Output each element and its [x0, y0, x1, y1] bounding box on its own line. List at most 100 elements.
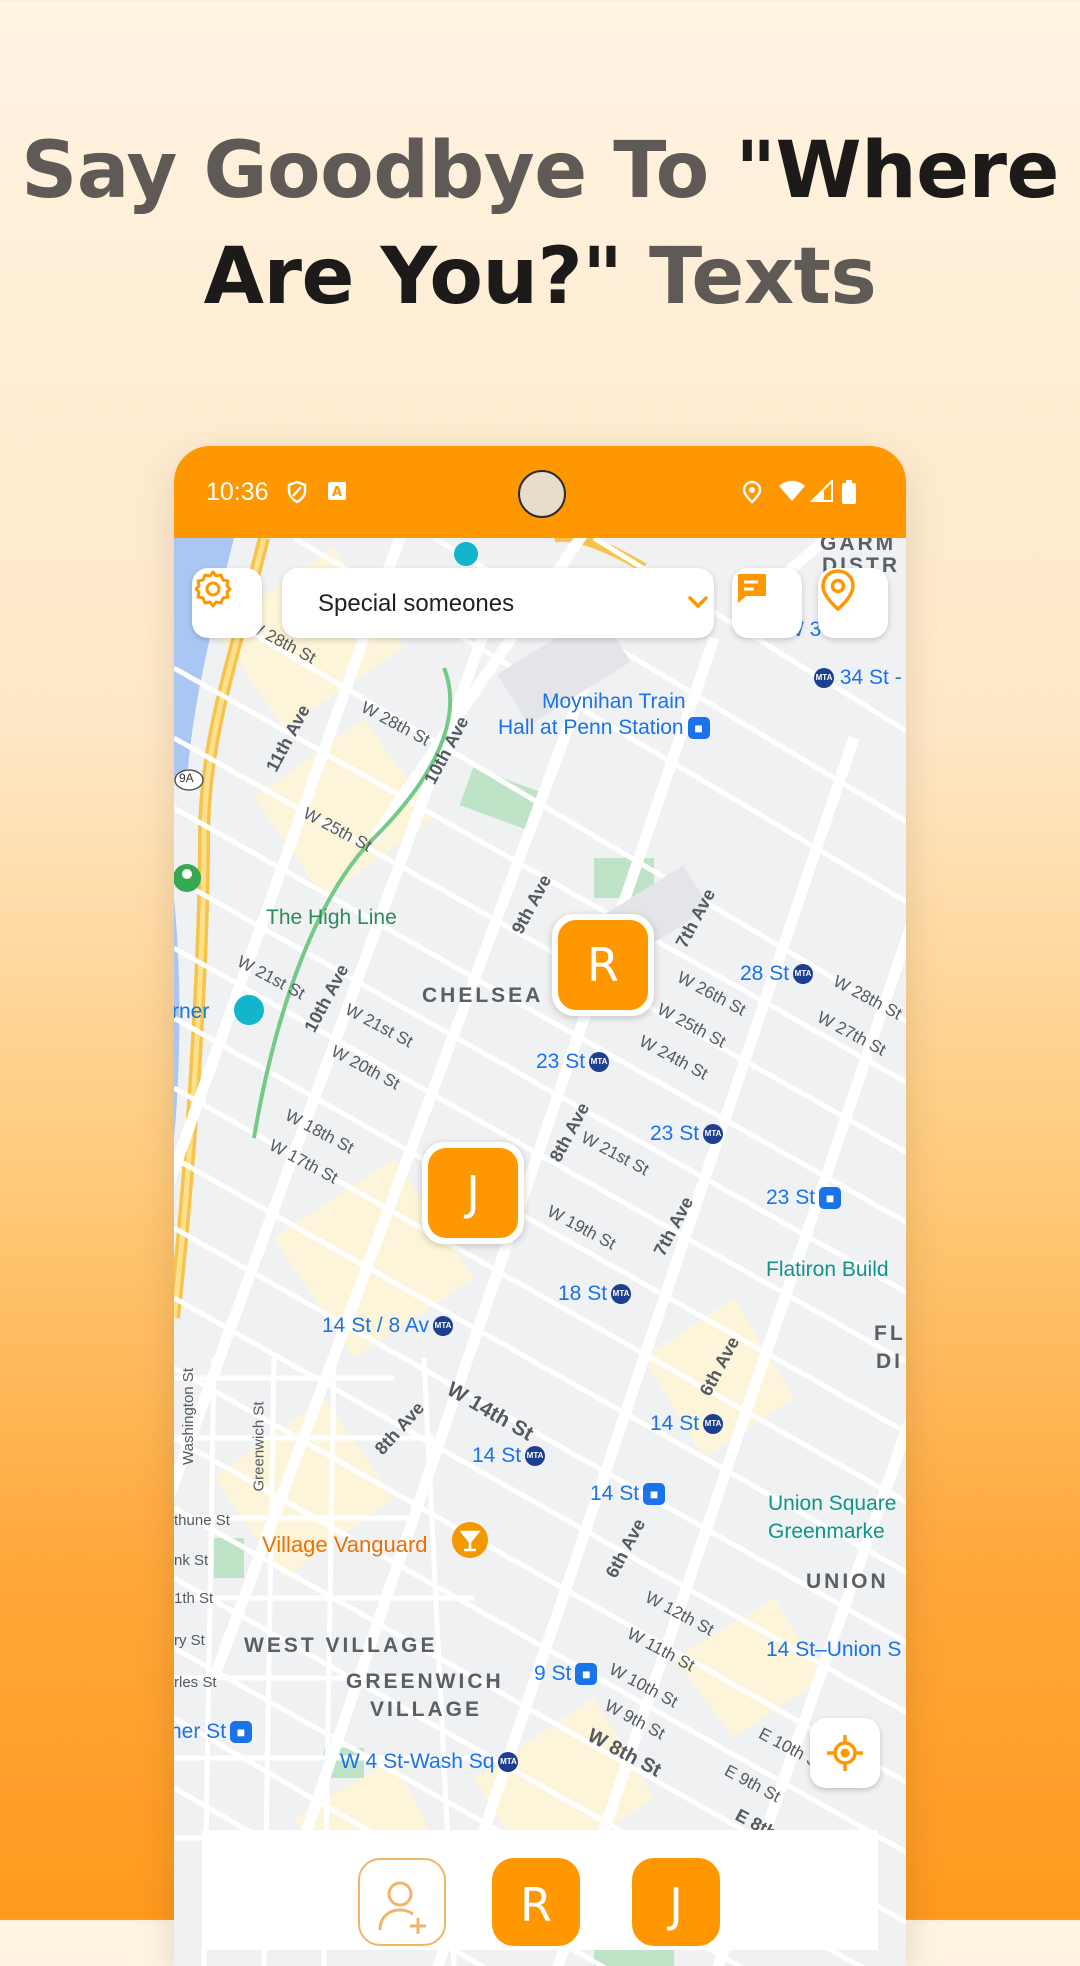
wifi-icon	[778, 480, 806, 507]
station-label-text: 14 St	[590, 1482, 640, 1505]
poi-label: Greenmarke	[768, 1520, 885, 1543]
mta-icon: MTA	[589, 1052, 610, 1073]
rail-station-icon: ■	[643, 1483, 666, 1506]
station-label: 28 St MTA	[740, 962, 814, 986]
station-label: 23 St MTA	[536, 1050, 610, 1074]
svg-text:A: A	[332, 485, 342, 500]
member-avatar-r[interactable]: R	[492, 1858, 580, 1946]
neighborhood-label: FL	[874, 1322, 906, 1345]
places-button[interactable]	[818, 568, 888, 638]
neighborhood-label: UNION	[806, 1570, 889, 1593]
station-label-text: 14 St / 8 Av	[322, 1314, 430, 1337]
neighborhood-label: WEST VILLAGE	[244, 1634, 438, 1657]
member-marker-j[interactable]: J	[422, 1142, 524, 1244]
front-camera	[518, 470, 566, 518]
station-label-text: 34 St - P	[839, 666, 906, 689]
member-marker-initial: J	[428, 1148, 518, 1238]
neighborhood-label: VILLAGE	[370, 1698, 483, 1721]
station-label: 14 St–Union S	[766, 1638, 902, 1661]
station-label-text: 18 St	[558, 1282, 608, 1305]
street-label: rles St	[174, 1674, 217, 1691]
station-label: her St ■	[174, 1720, 253, 1744]
settings-button[interactable]	[192, 568, 262, 638]
street-label: ry St	[174, 1632, 205, 1649]
headline: Say Goodbye To "Where Are You?" Texts	[0, 118, 1080, 330]
member-avatar-j[interactable]: J	[632, 1858, 720, 1946]
headline-part3: Are You?"	[203, 232, 623, 322]
station-label: 14 St MTA	[472, 1444, 546, 1468]
street-label: 1th St	[174, 1590, 214, 1607]
street-label: Greenwich St	[250, 1401, 268, 1492]
poi-label: Union Square	[768, 1492, 897, 1515]
keyboard-a-icon: A	[326, 480, 348, 507]
station-label-text: 28 St	[740, 962, 790, 985]
street-label: nk St	[174, 1552, 209, 1569]
mta-icon: MTA	[498, 1752, 519, 1773]
station-label: W 4 St-Wash Sq MTA	[340, 1750, 519, 1774]
add-person-icon	[378, 1881, 426, 1934]
headline-part2: "Where	[735, 126, 1059, 216]
member-marker-initial: R	[558, 920, 648, 1010]
poi-label: rner	[174, 1000, 210, 1023]
map-view[interactable]: 11th Ave 10th Ave 9th Ave 10th Ave 8th A…	[174, 538, 906, 1966]
location-status-icon	[742, 480, 762, 509]
station-label: 23 St MTA	[650, 1122, 724, 1146]
mta-icon: MTA	[814, 668, 834, 689]
member-bar: R J	[202, 1830, 878, 1950]
status-bar: 10:36 A	[174, 446, 906, 538]
cell-signal-icon	[809, 478, 834, 507]
station-label: Hall at Penn Station ■	[498, 716, 710, 740]
headline-part4: Texts	[622, 232, 877, 322]
headline-part1: Say Goodbye To	[21, 126, 736, 216]
street-label: thune St	[174, 1512, 230, 1529]
group-selector-label: Special someones	[318, 590, 515, 617]
station-label-text: 14 St	[650, 1412, 700, 1435]
street-label: Washington St	[180, 1368, 197, 1465]
mta-icon: MTA	[611, 1284, 632, 1305]
rail-station-icon: ■	[575, 1663, 598, 1686]
station-label-text: Hall at Penn Station	[498, 716, 684, 739]
station-label: 18 St MTA	[558, 1282, 632, 1306]
station-label-text: 23 St	[650, 1122, 700, 1145]
station-label-text: 23 St	[766, 1186, 816, 1209]
my-location-button[interactable]	[810, 1718, 880, 1788]
group-selector-dropdown[interactable]: Special someones	[282, 568, 714, 638]
station-label: 14 St ■	[590, 1482, 666, 1506]
park-label: The High Line	[266, 906, 397, 929]
phone-frame: 10:36 A 11th Ave 10th Ave 9th Ave 10th A…	[174, 446, 906, 1966]
mta-icon: MTA	[433, 1316, 454, 1337]
rail-station-icon: ■	[687, 717, 710, 740]
station-label-text: 9 St	[534, 1662, 572, 1685]
station-label: 14 St / 8 Av MTA	[322, 1314, 454, 1338]
neighborhood-label: CHELSEA	[422, 984, 544, 1007]
station-label-text: 23 St	[536, 1050, 586, 1073]
station-label: Moynihan Train	[542, 690, 686, 713]
status-time: 10:36	[206, 478, 269, 506]
station-label-text: 14 St	[472, 1444, 522, 1467]
station-label: 14 St MTA	[650, 1412, 724, 1436]
route-shield-label: 9A	[179, 771, 194, 785]
rail-station-icon: ■	[230, 1721, 253, 1744]
mta-icon: MTA	[703, 1414, 724, 1435]
station-label-text: W 4 St-Wash Sq	[340, 1750, 495, 1773]
neighborhood-label: GREENWICH	[346, 1670, 504, 1693]
neighborhood-label: DI	[876, 1350, 903, 1373]
battery-icon	[842, 480, 856, 509]
poi-label: Flatiron Build	[766, 1258, 889, 1281]
station-label-text: her St	[174, 1720, 227, 1743]
chat-icon	[738, 574, 766, 603]
gear-icon	[194, 570, 232, 608]
chat-button[interactable]	[732, 568, 802, 638]
station-label: MTA 34 St - P	[810, 666, 906, 690]
mta-icon: MTA	[793, 964, 814, 985]
mta-icon: MTA	[525, 1446, 546, 1467]
station-label: 23 St ■	[766, 1186, 842, 1210]
mta-icon: MTA	[703, 1124, 724, 1145]
add-member-button[interactable]	[358, 1858, 446, 1946]
rail-station-icon: ■	[819, 1187, 842, 1210]
station-label: 9 St ■	[534, 1662, 598, 1686]
member-marker-r[interactable]: R	[552, 914, 654, 1016]
poi-label: Village Vanguard	[262, 1532, 428, 1557]
shield-icon	[286, 480, 308, 509]
crosshair-icon	[827, 1735, 863, 1771]
